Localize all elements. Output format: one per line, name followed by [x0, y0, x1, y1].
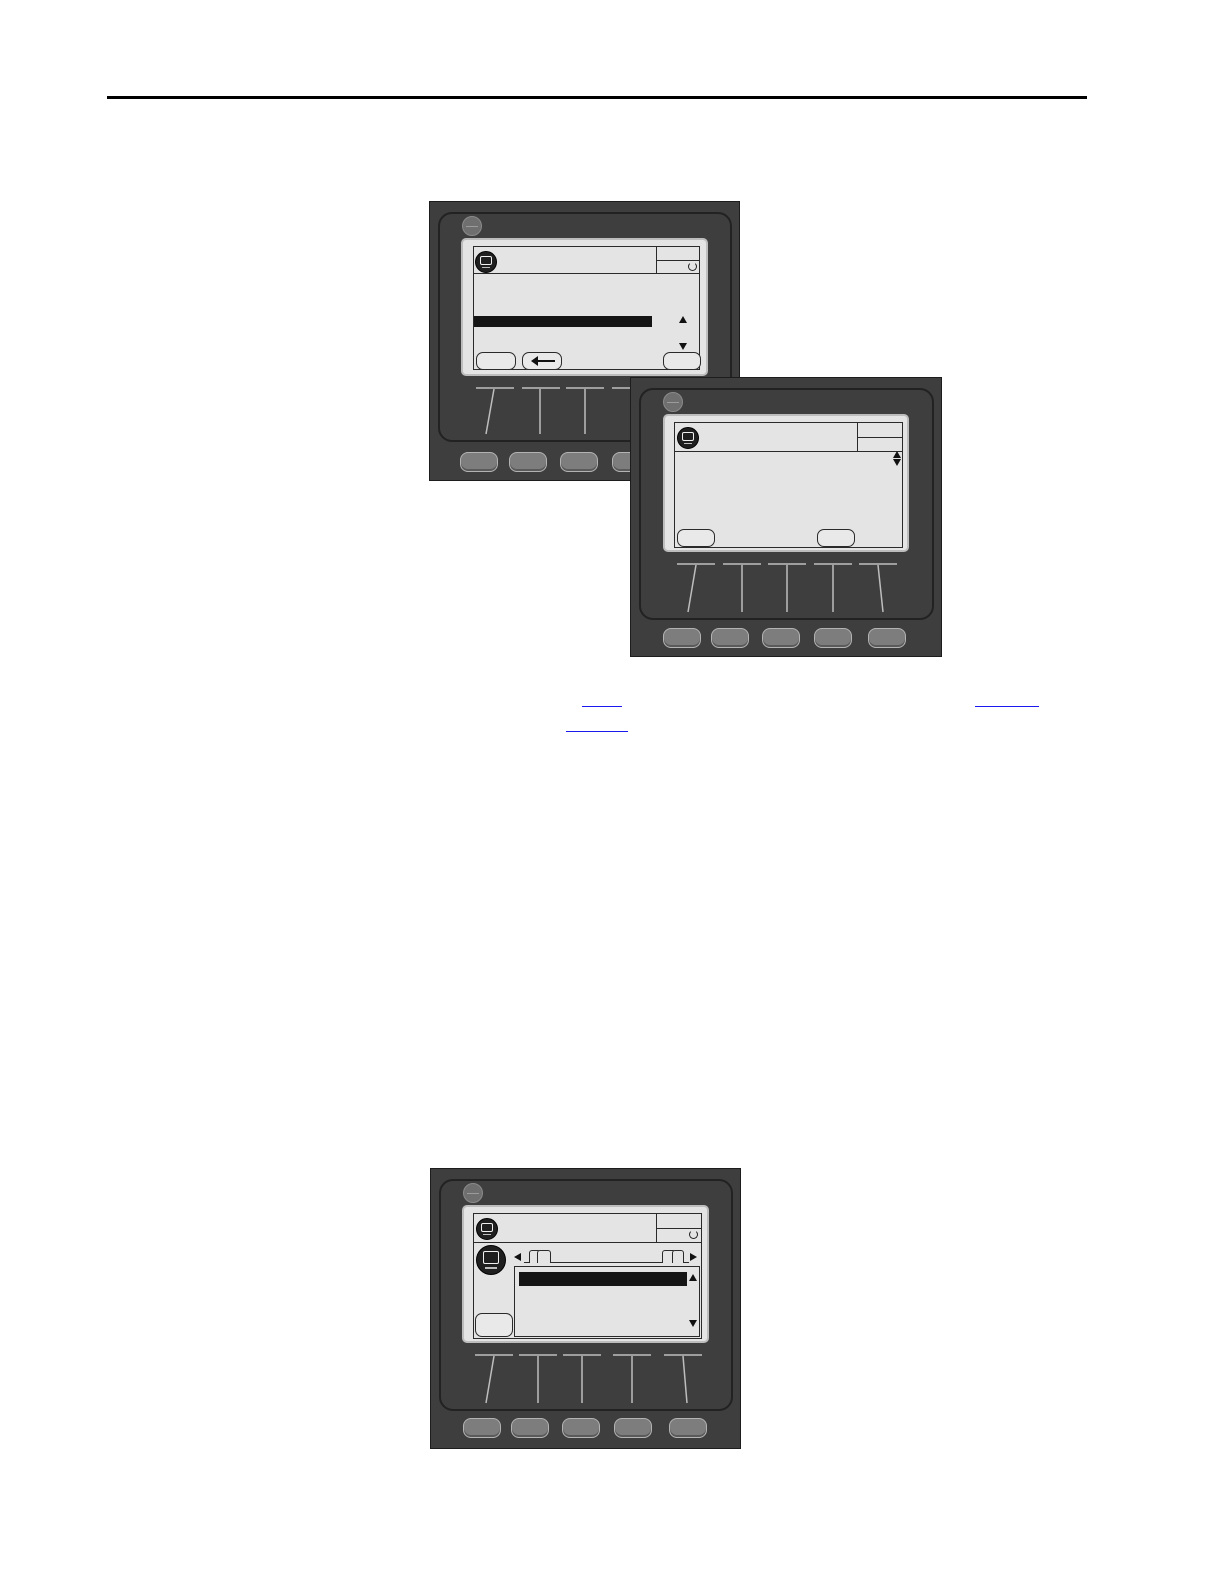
tab-list-box	[514, 1266, 700, 1337]
scroll-down-icon[interactable]	[679, 343, 687, 350]
lcd-content-frame	[473, 1213, 702, 1339]
cross-reference-link-2[interactable]	[975, 706, 1039, 707]
soft-key-f1[interactable]	[475, 1313, 513, 1337]
scroll-down-icon[interactable]	[893, 459, 901, 466]
lcd-content-frame	[473, 246, 701, 370]
scroll-up-icon[interactable]	[689, 1274, 697, 1281]
hardware-key-2[interactable]	[711, 628, 749, 648]
ab-logo-icon	[476, 1218, 498, 1240]
hardware-key-3[interactable]	[762, 628, 800, 648]
ab-logo-large-icon	[476, 1245, 506, 1275]
cross-reference-link-3[interactable]	[566, 731, 628, 732]
hardware-key-5[interactable]	[868, 628, 906, 648]
tab-scroll-left-icon[interactable]	[514, 1253, 521, 1261]
soft-key-f4[interactable]	[817, 529, 855, 547]
hardware-key-3[interactable]	[560, 452, 598, 472]
soft-key-f1[interactable]	[476, 352, 516, 370]
back-arrow-icon	[531, 357, 555, 365]
hardware-key-5[interactable]	[669, 1418, 707, 1438]
hardware-key-4[interactable]	[814, 628, 852, 648]
scroll-up-icon[interactable]	[679, 316, 687, 323]
soft-key-back[interactable]	[522, 352, 562, 370]
refresh-icon	[689, 1230, 698, 1239]
bezel-logo-icon	[663, 392, 683, 412]
tab-left-2[interactable]	[537, 1250, 551, 1263]
header-rule	[107, 96, 1087, 99]
lcd-screen	[663, 414, 909, 552]
lcd-screen	[461, 238, 708, 376]
scroll-down-icon[interactable]	[689, 1320, 697, 1327]
cross-reference-link-1[interactable]	[582, 706, 622, 707]
hmi-keypad-bottom	[430, 1168, 741, 1449]
bezel-logo-icon	[462, 216, 482, 236]
hardware-key-1[interactable]	[663, 628, 701, 648]
lcd-content-frame	[674, 422, 903, 548]
selected-row-highlight[interactable]	[474, 316, 652, 327]
hardware-key-2[interactable]	[511, 1418, 549, 1438]
tab-scroll-right-icon[interactable]	[690, 1253, 697, 1261]
soft-key-f1[interactable]	[677, 529, 715, 547]
hardware-key-1[interactable]	[463, 1418, 501, 1438]
title-row-divider	[474, 273, 699, 274]
title-row-divider	[474, 1242, 701, 1243]
hmi-keypad-top-right	[630, 377, 942, 657]
status-indicator-box	[857, 423, 903, 451]
hardware-key-2[interactable]	[509, 452, 547, 472]
scroll-up-icon[interactable]	[893, 451, 901, 458]
tab-right-2[interactable]	[672, 1250, 684, 1263]
title-row-divider	[675, 451, 902, 452]
hardware-key-4[interactable]	[614, 1418, 652, 1438]
soft-key-f5[interactable]	[663, 352, 701, 370]
refresh-icon	[688, 262, 697, 271]
bezel-logo-icon	[463, 1183, 483, 1203]
hardware-key-1[interactable]	[460, 452, 498, 472]
ab-logo-icon	[677, 427, 699, 449]
lcd-screen	[462, 1205, 709, 1343]
ab-logo-icon	[475, 251, 497, 273]
hardware-key-3[interactable]	[562, 1418, 600, 1438]
selected-list-row[interactable]	[519, 1272, 687, 1286]
